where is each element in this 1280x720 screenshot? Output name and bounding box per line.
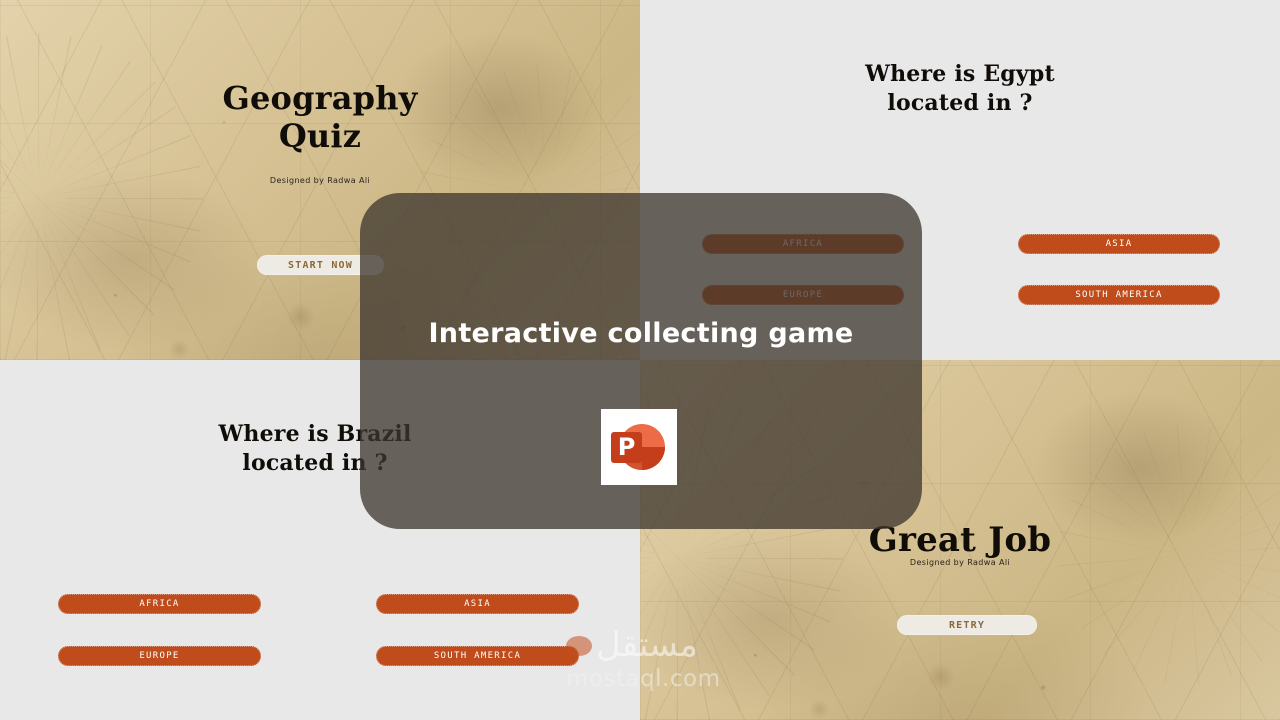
egypt-question: Where is Egypt located in ? [640,60,1280,117]
svg-text:P: P [618,433,636,461]
cover-title-line2: Quiz [278,116,362,155]
answer-button-asia[interactable]: Asia [1018,234,1220,254]
powerpoint-file-icon: P [601,409,677,485]
cover-byline: Designed by Radwa Ali [269,176,371,185]
answer-button-south-america[interactable]: South America [1018,285,1220,305]
answer-button-europe[interactable]: Europe [58,646,261,666]
cover-title: Geography Quiz [0,79,640,156]
retry-button[interactable]: Retry [897,615,1037,635]
overlay-card[interactable]: Interactive collecting game P [360,193,922,529]
egypt-question-line1: Where is Egypt [865,61,1055,87]
cover-title-line1: Geography [222,79,418,117]
answer-button-south-america[interactable]: South America [376,646,579,666]
egypt-question-line2: located in ? [887,89,1033,116]
answer-button-africa[interactable]: Africa [58,594,261,614]
answer-button-asia[interactable]: Asia [376,594,579,614]
overlay-title: Interactive collecting game [428,318,854,349]
result-byline: Designed by Radwa Ali [909,558,1011,567]
